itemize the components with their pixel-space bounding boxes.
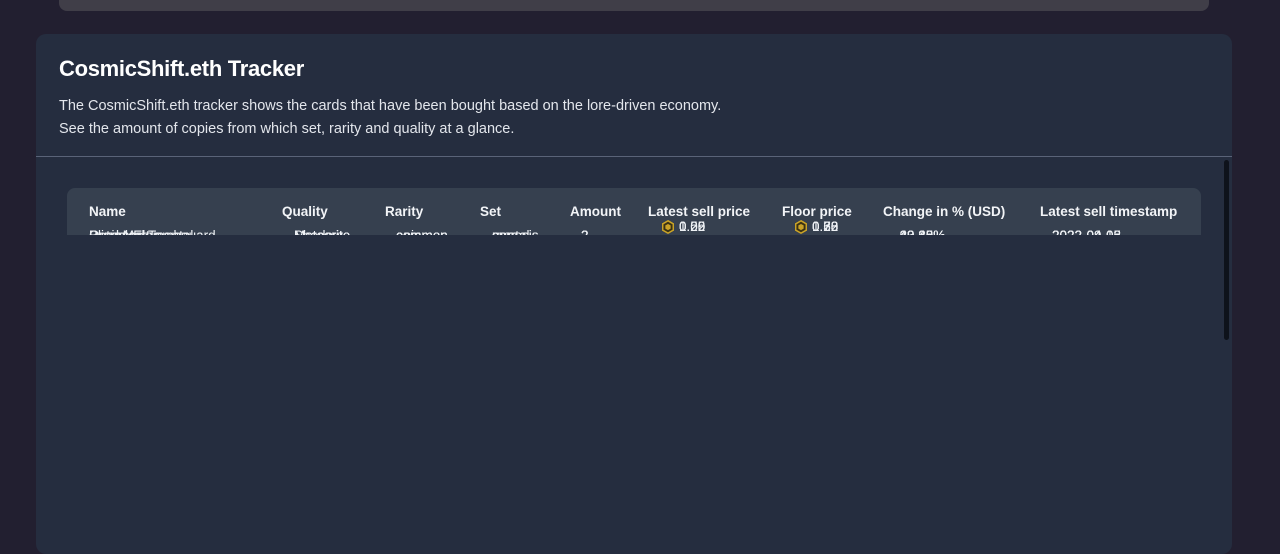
change-percent: -43.65%: [895, 227, 946, 236]
card-set: genesis: [492, 227, 539, 236]
latest-sell-value: 0.25: [679, 219, 706, 234]
gods-token-icon: [662, 219, 674, 234]
floor-price: 0.62 (= $0.24): [794, 219, 838, 235]
card-amount: 2: [581, 227, 589, 236]
tracker-description: The CosmicShift.eth tracker shows the ca…: [59, 95, 1209, 141]
column-header-rarity[interactable]: Rarity: [385, 204, 423, 219]
card-rarity: common: [396, 227, 448, 236]
card-quality: Meteorite: [294, 227, 351, 236]
tracker-title: CosmicShift.eth Tracker: [59, 56, 304, 81]
column-header-latest-sell-price[interactable]: Latest sell price: [648, 204, 750, 219]
column-header-name[interactable]: Name: [89, 204, 126, 219]
column-header-change[interactable]: Change in % (USD): [883, 204, 1005, 219]
column-header-set[interactable]: Set: [480, 204, 501, 219]
latest-sell-price: 0.25 (= $0.42): [661, 219, 705, 235]
gods-token-icon: [795, 219, 807, 234]
description-line-2: See the amount of copies from which set,…: [59, 121, 515, 137]
top-panel: [59, 0, 1209, 11]
cards-table: Name Quality Rarity Set Amount Latest se…: [67, 188, 1201, 235]
floor-price-value: 0.62: [812, 219, 839, 234]
column-header-quality[interactable]: Quality: [282, 204, 328, 219]
card-name: Lupine Elemental: [89, 227, 194, 236]
column-header-timestamp[interactable]: Latest sell timestamp: [1040, 204, 1177, 219]
table-scrollbar[interactable]: [1224, 160, 1229, 340]
latest-sell-timestamp: 2022-04-03: [1052, 227, 1122, 236]
table-header-row: Name Quality Rarity Set Amount Latest se…: [67, 188, 1201, 235]
tracker-header: CosmicShift.eth Tracker The CosmicShift.…: [36, 34, 1232, 157]
tracker-card: CosmicShift.eth Tracker The CosmicShift.…: [36, 34, 1232, 554]
column-header-floor-price[interactable]: Floor price: [782, 204, 852, 219]
column-header-amount[interactable]: Amount: [570, 204, 621, 219]
description-line-1: The CosmicShift.eth tracker shows the ca…: [59, 98, 722, 114]
